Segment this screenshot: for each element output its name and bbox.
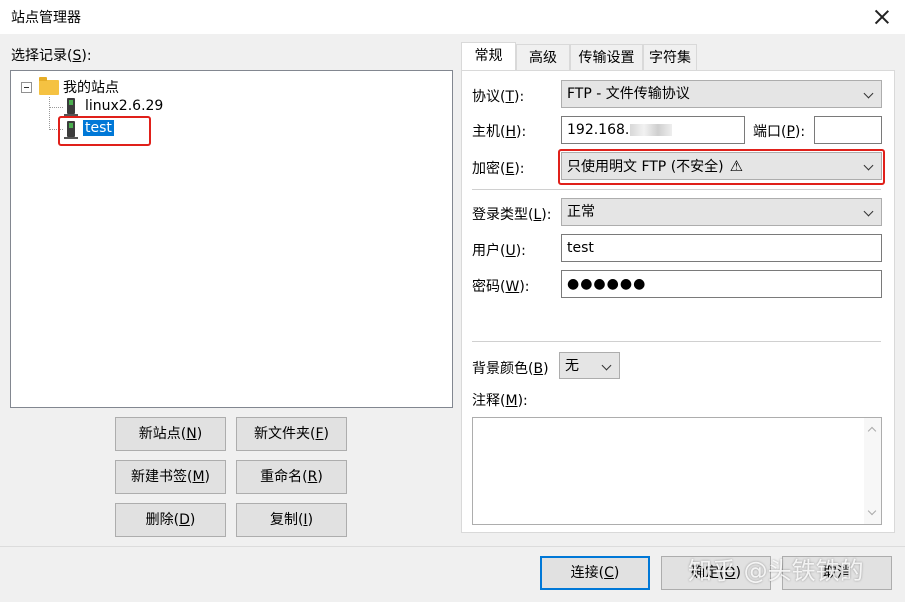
highlight-box [558, 149, 885, 185]
new-folder-button[interactable]: 新文件夹(F) [236, 417, 347, 451]
port-label: 端口(P): [753, 124, 806, 140]
select-entry-label: 选择记录(S): [11, 48, 92, 64]
tab-advanced[interactable]: 高级 [516, 44, 570, 71]
connect-button[interactable]: 连接(C) [540, 556, 650, 590]
rename-button[interactable]: 重命名(R) [236, 460, 347, 494]
bg-color-label: 背景颜色(B) [472, 361, 549, 377]
tree-connector [49, 107, 63, 108]
login-type-select[interactable]: 正常 [561, 198, 882, 226]
protocol-select[interactable]: FTP - 文件传输协议 [561, 80, 882, 108]
folder-icon [39, 77, 59, 95]
tree-connector [49, 97, 50, 130]
server-icon [64, 98, 78, 116]
new-site-button[interactable]: 新站点(N) [115, 417, 226, 451]
comments-label: 注释(M): [472, 393, 528, 409]
watermark: 知乎 @头铁铁的 [688, 557, 864, 585]
host-input[interactable]: 192.168. [561, 116, 745, 144]
scrollbar[interactable] [864, 418, 881, 524]
user-input[interactable]: test [561, 234, 882, 262]
protocol-label: 协议(T): [472, 89, 525, 105]
encryption-label: 加密(E): [472, 161, 525, 177]
scroll-down-icon[interactable] [867, 506, 877, 516]
port-input[interactable] [814, 116, 882, 144]
delete-button[interactable]: 删除(D) [115, 503, 226, 537]
title-bar: 站点管理器 [0, 0, 905, 34]
separator [472, 189, 881, 190]
chevron-down-icon [863, 88, 874, 99]
collapse-icon[interactable] [21, 82, 32, 93]
tab-general[interactable]: 常规 [461, 42, 516, 71]
password-label: 密码(W): [472, 279, 530, 295]
password-input[interactable]: ●●●●●● [561, 270, 882, 298]
copy-button[interactable]: 复制(I) [236, 503, 347, 537]
login-type-label: 登录类型(L): [472, 207, 552, 223]
close-icon[interactable] [869, 4, 895, 30]
bg-color-select[interactable]: 无 [559, 352, 620, 379]
user-label: 用户(U): [472, 243, 526, 259]
tab-transfer-settings[interactable]: 传输设置 [570, 44, 643, 71]
tree-item-linux[interactable]: linux2.6.29 [63, 98, 183, 118]
comments-textarea[interactable] [472, 417, 882, 525]
chevron-down-icon [863, 206, 874, 217]
window-title: 站点管理器 [11, 10, 81, 26]
separator [472, 341, 881, 342]
scroll-up-icon[interactable] [867, 426, 877, 436]
chevron-down-icon [601, 360, 612, 371]
host-label: 主机(H): [472, 124, 527, 140]
tab-charset[interactable]: 字符集 [643, 44, 697, 71]
redacted-text [630, 124, 673, 136]
tree-item-label: linux2.6.29 [85, 98, 164, 114]
site-tree[interactable]: 我的站点 linux2.6.29 test [10, 70, 453, 408]
footer-separator [0, 546, 905, 547]
highlight-box [58, 116, 151, 146]
new-bookmark-button[interactable]: 新建书签(M) [115, 460, 226, 494]
tree-root-my-sites[interactable]: 我的站点 [63, 77, 119, 97]
